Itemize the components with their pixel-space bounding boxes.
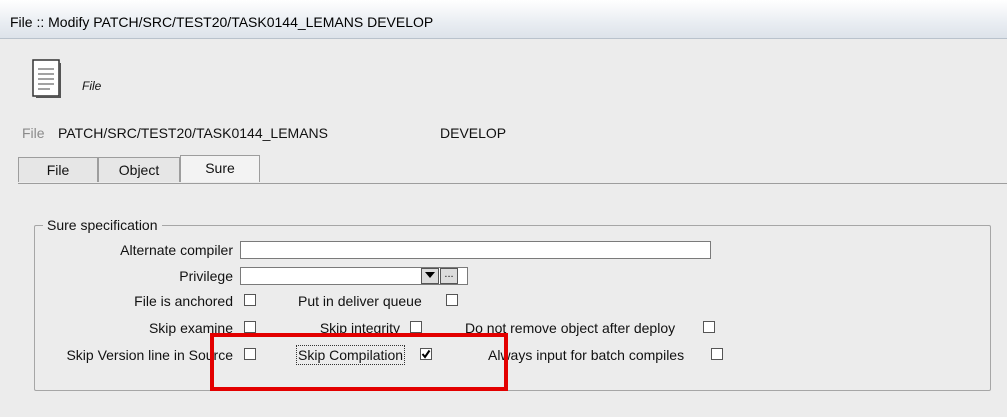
skip-compilation-checkbox[interactable] <box>420 348 432 360</box>
do-not-remove-checkbox[interactable] <box>703 321 715 333</box>
chevron-down-icon <box>425 272 435 278</box>
deliver-queue-checkbox[interactable] <box>446 294 458 306</box>
sure-tab-panel: Sure specification Alternate compiler Pr… <box>18 190 1007 415</box>
file-anchored-checkbox[interactable] <box>244 294 256 306</box>
checkmark-icon <box>421 349 431 359</box>
tab-file[interactable]: File <box>18 157 98 182</box>
group-legend: Sure specification <box>43 217 162 233</box>
skip-compilation-label: Skip Compilation <box>295 345 406 365</box>
skip-version-line-label: Skip Version line in Source <box>66 347 233 363</box>
skip-integrity-checkbox[interactable] <box>410 321 422 333</box>
skip-examine-checkbox[interactable] <box>244 321 256 333</box>
document-icon <box>32 59 61 98</box>
skip-version-line-checkbox[interactable] <box>244 348 256 360</box>
file-anchored-label: File is anchored <box>134 293 233 309</box>
always-input-batch-label: Always input for batch compiles <box>488 347 685 363</box>
privilege-label: Privilege <box>179 268 233 284</box>
deliver-queue-label: Put in deliver queue <box>298 293 422 309</box>
object-type-label: File <box>82 79 102 93</box>
do-not-remove-label: Do not remove object after deploy <box>465 320 676 336</box>
privilege-dropdown-button[interactable] <box>421 268 439 284</box>
skip-integrity-label: Skip integrity <box>319 320 400 336</box>
skip-examine-label: Skip examine <box>148 320 233 336</box>
branch-name: DEVELOP <box>440 125 507 141</box>
sure-specification-group: Sure specification Alternate compiler Pr… <box>34 217 991 391</box>
file-path: PATCH/SRC/TEST20/TASK0144_LEMANS <box>58 125 328 141</box>
dialog-content: File File PATCH/SRC/TEST20/TASK0144_LEMA… <box>0 39 1007 417</box>
tab-object[interactable]: Object <box>98 157 180 182</box>
tab-sure[interactable]: Sure <box>180 155 260 182</box>
always-input-batch-checkbox[interactable] <box>711 348 723 360</box>
tab-divider <box>18 183 1007 184</box>
window-title: File :: Modify PATCH/SRC/TEST20/TASK0144… <box>10 14 434 30</box>
title-bar: File :: Modify PATCH/SRC/TEST20/TASK0144… <box>0 0 1007 39</box>
alternate-compiler-label: Alternate compiler <box>120 242 233 258</box>
privilege-browse-button[interactable]: ... <box>440 268 458 284</box>
alternate-compiler-input[interactable] <box>240 241 711 259</box>
file-field-label: File <box>22 125 45 141</box>
